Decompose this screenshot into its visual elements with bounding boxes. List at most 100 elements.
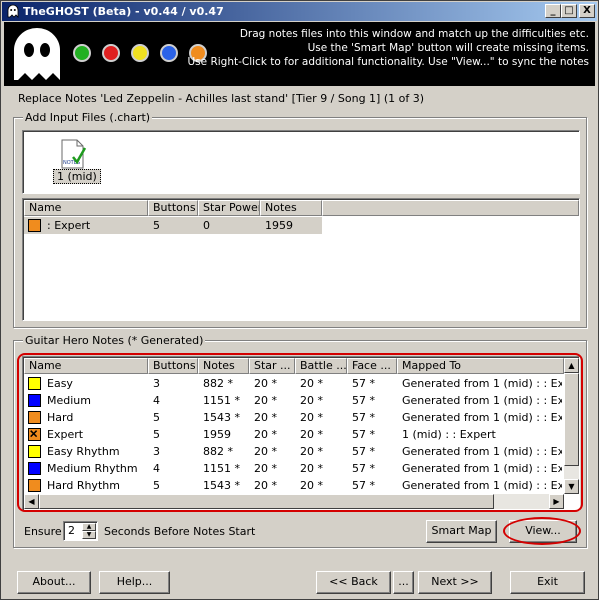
spinner-up-arrow[interactable]: ▲ xyxy=(82,523,96,531)
table-row[interactable]: Hard Rhythm 5 1543 * 20 * 20 * 57 * Generated … xyxy=(24,477,564,494)
row-star: 20 * xyxy=(254,445,277,458)
row-battle: 20 * xyxy=(300,377,323,390)
minimize-button[interactable]: _ xyxy=(545,4,561,18)
col-buttons[interactable]: Buttons xyxy=(148,200,198,216)
col-notes[interactable]: Notes xyxy=(260,200,322,216)
row-buttons: 3 xyxy=(153,377,160,390)
row-mapped: Generated from 1 (mid) : : Expert xyxy=(402,377,562,390)
vertical-scrollbar[interactable]: ▲ ▼ xyxy=(564,358,579,494)
row-battle: 20 * xyxy=(300,394,323,407)
gh-notes-list: Name Buttons Notes Star ... Battle ... F… xyxy=(22,356,580,511)
seconds-spinner[interactable]: 2 ▲ ▼ xyxy=(63,521,98,541)
difficulty-swatch xyxy=(28,479,41,492)
difficulty-swatch xyxy=(28,394,41,407)
row-name: Medium Rhythm xyxy=(47,462,138,475)
row-battle: 20 * xyxy=(300,411,323,424)
row-buttons: 3 xyxy=(153,445,160,458)
row-buttons: 5 xyxy=(153,219,160,232)
row-notes: 1543 * xyxy=(203,411,240,424)
row-face: 57 * xyxy=(352,479,375,492)
view-button[interactable]: View... xyxy=(509,520,577,543)
header-instruction-2: Use the 'Smart Map' button will create m… xyxy=(307,42,589,54)
back-button[interactable]: << Back xyxy=(316,571,391,594)
col-name[interactable]: Name xyxy=(24,358,148,374)
row-mapped: Generated from 1 (mid) : : Expert xyxy=(402,462,562,475)
row-face: 57 * xyxy=(352,462,375,475)
row-name: Hard Rhythm xyxy=(47,479,120,492)
row-buttons: 5 xyxy=(153,479,160,492)
col-mapped-to[interactable]: Mapped To xyxy=(397,358,564,374)
row-mapped: Generated from 1 (mid) : : Expert xyxy=(402,411,562,424)
input-notes-header: Name Buttons Star Power Notes xyxy=(24,200,579,216)
gh-notes-group-title: Guitar Hero Notes (* Generated) xyxy=(23,334,206,347)
row-notes: 882 * xyxy=(203,377,233,390)
row-star: 20 * xyxy=(254,394,277,407)
col-battle[interactable]: Battle ... xyxy=(295,358,347,374)
scroll-up-arrow[interactable]: ▲ xyxy=(564,358,579,373)
spinner-down-arrow[interactable]: ▼ xyxy=(82,531,96,539)
col-filler xyxy=(322,200,579,216)
ensure-suffix-label: Seconds Before Notes Start xyxy=(104,525,256,538)
row-buttons: 4 xyxy=(153,462,160,475)
ghost-logo-icon xyxy=(14,28,60,80)
row-name: Hard xyxy=(47,411,74,424)
col-name[interactable]: Name xyxy=(24,200,148,216)
scroll-left-arrow[interactable]: ◀ xyxy=(24,494,39,509)
file-item-label[interactable]: 1 (mid) xyxy=(53,169,101,184)
horizontal-scrollbar[interactable]: ◀ ▶ xyxy=(24,494,564,509)
row-star: 20 * xyxy=(254,411,277,424)
gh-notes-header: Name Buttons Notes Star ... Battle ... F… xyxy=(24,358,564,374)
col-buttons[interactable]: Buttons xyxy=(148,358,198,374)
row-notes: 1151 * xyxy=(203,394,240,407)
row-buttons: 5 xyxy=(153,428,160,441)
main-window: TheGHOST (Beta) - v0.44 / v0.47 _ □ X Dr… xyxy=(0,0,599,600)
table-row[interactable]: Medium Rhythm 4 1151 * 20 * 20 * 57 * Generate… xyxy=(24,460,564,477)
file-drop-area[interactable]: NOTES 1 (mid) xyxy=(22,130,580,194)
scroll-right-arrow[interactable]: ▶ xyxy=(549,494,564,509)
maximize-button[interactable]: □ xyxy=(561,4,577,18)
about-button[interactable]: About... xyxy=(17,571,91,594)
col-face[interactable]: Face ... xyxy=(347,358,397,374)
more-button[interactable]: ... xyxy=(393,571,414,594)
title-bar[interactable]: TheGHOST (Beta) - v0.44 / v0.47 _ □ X xyxy=(2,2,597,21)
table-row[interactable]: Medium 4 1151 * 20 * 20 * 57 * Generated from … xyxy=(24,392,564,409)
table-row[interactable]: Expert 5 1959 20 * 20 * 57 * 1 (mid) : : Exper… xyxy=(24,426,564,443)
row-notes: 1151 * xyxy=(203,462,240,475)
close-button[interactable]: X xyxy=(579,4,595,18)
yellow-dot-icon xyxy=(131,44,149,62)
header-instruction-3: Use Right-Click to for additional functi… xyxy=(187,56,590,68)
row-face: 57 * xyxy=(352,428,375,441)
row-name: Expert xyxy=(47,428,84,441)
input-note-row[interactable]: : Expert 5 0 1959 xyxy=(24,217,322,234)
row-mapped: Generated from 1 (mid) : : Expert xyxy=(402,479,562,492)
table-row[interactable]: Easy 3 882 * 20 * 20 * 57 * Generated from 1 (… xyxy=(24,375,564,392)
col-notes[interactable]: Notes xyxy=(198,358,249,374)
row-battle: 20 * xyxy=(300,479,323,492)
table-row[interactable]: Easy Rhythm 3 882 * 20 * 20 * 57 * Generated f… xyxy=(24,443,564,460)
row-face: 57 * xyxy=(352,411,375,424)
smart-map-button[interactable]: Smart Map xyxy=(426,520,497,543)
row-notes: 1959 xyxy=(265,219,293,232)
row-face: 57 * xyxy=(352,445,375,458)
chart-file-icon[interactable]: NOTES xyxy=(59,139,87,169)
seconds-value[interactable]: 2 xyxy=(68,524,75,537)
row-battle: 20 * xyxy=(300,428,323,441)
help-button[interactable]: Help... xyxy=(99,571,170,594)
difficulty-swatch xyxy=(28,411,41,424)
col-star[interactable]: Star ... xyxy=(249,358,295,374)
next-button[interactable]: Next >> xyxy=(418,571,492,594)
row-notes: 882 * xyxy=(203,445,233,458)
row-name: Easy xyxy=(47,377,73,390)
scroll-thumb-vertical[interactable] xyxy=(564,373,579,466)
exit-button[interactable]: Exit xyxy=(510,571,585,594)
scroll-down-arrow[interactable]: ▼ xyxy=(564,479,579,494)
col-star-power[interactable]: Star Power xyxy=(198,200,260,216)
input-notes-list: Name Buttons Star Power Notes : Expert 5… xyxy=(22,198,580,321)
input-files-group-title: Add Input Files (.chart) xyxy=(23,111,153,124)
difficulty-swatch xyxy=(28,377,41,390)
row-mapped: 1 (mid) : : Expert xyxy=(402,428,496,441)
scroll-thumb-horizontal[interactable] xyxy=(39,494,494,509)
difficulty-swatch xyxy=(28,462,41,475)
table-row[interactable]: Hard 5 1543 * 20 * 20 * 57 * Generated from 1 … xyxy=(24,409,564,426)
row-buttons: 4 xyxy=(153,394,160,407)
